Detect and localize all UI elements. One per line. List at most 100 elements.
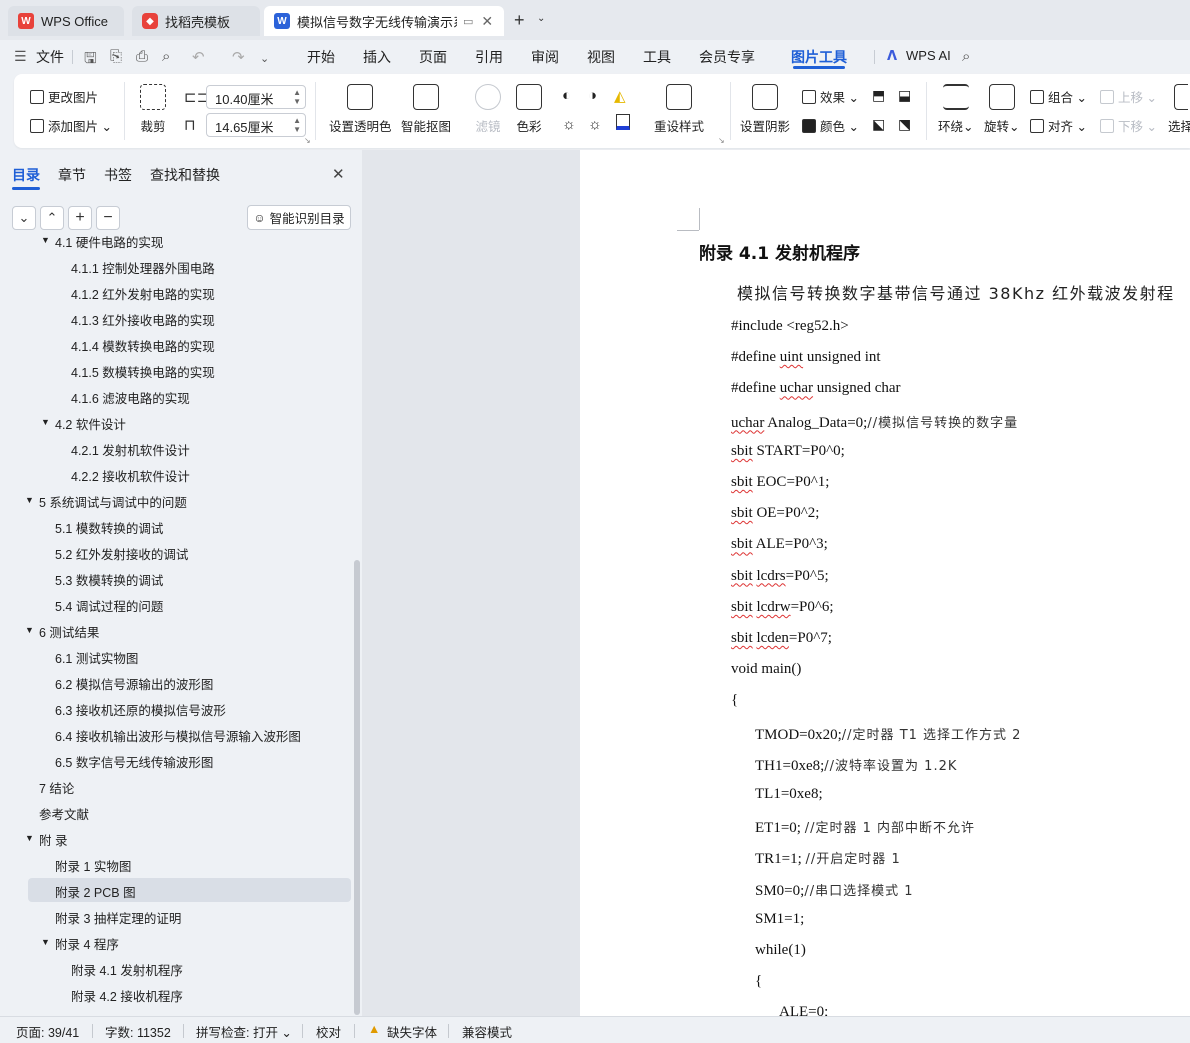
- nav-tab-bookmarks[interactable]: 书签: [104, 165, 132, 185]
- collapse-down-icon[interactable]: ⌄: [12, 206, 36, 230]
- expand-triangle-icon[interactable]: ▼: [41, 236, 50, 245]
- toc-item[interactable]: 附录 4.1 发射机程序: [71, 960, 183, 979]
- rotate-button[interactable]: 旋转⌄: [984, 84, 1020, 135]
- move-up-dropdown[interactable]: 上移 ⌄: [1100, 87, 1157, 106]
- document-page[interactable]: 附录 4.1 发射机程序 模拟信号转换数字基带信号通过 38Khz 红外载波发射…: [580, 150, 1190, 1016]
- toc-item[interactable]: 4.1.4 模数转换电路的实现: [71, 336, 215, 355]
- redo-icon[interactable]: ↷: [232, 48, 245, 66]
- menu-picture-tools[interactable]: 图片工具: [791, 47, 847, 67]
- toc-item[interactable]: 5 系统调试与调试中的问题: [39, 492, 187, 511]
- brightness-up-icon[interactable]: ☼: [562, 116, 576, 133]
- undo-icon[interactable]: ↶: [192, 48, 205, 66]
- filter-button[interactable]: 滤镜: [475, 84, 501, 135]
- toc-item[interactable]: 6.1 测试实物图: [55, 648, 138, 667]
- smart-toc-button[interactable]: ☺ 智能识别目录: [247, 205, 351, 230]
- menu-wps-ai[interactable]: WPS AI: [906, 48, 951, 63]
- fill-color-dropdown[interactable]: 颜色 ⌄: [802, 116, 859, 135]
- menu-page[interactable]: 页面: [419, 47, 447, 67]
- contrast-icon[interactable]: ◐: [562, 87, 571, 104]
- toc-item[interactable]: 5.1 模数转换的调试: [55, 518, 163, 537]
- expand-triangle-icon[interactable]: ▼: [25, 495, 34, 505]
- toc-item[interactable]: 附 录: [39, 830, 67, 849]
- brightness-icon[interactable]: ◑: [588, 87, 597, 104]
- toc-item[interactable]: 4.1.5 数模转换电路的实现: [71, 362, 215, 381]
- wrap-button[interactable]: 环绕⌄: [938, 84, 974, 135]
- menu-tools[interactable]: 工具: [643, 47, 671, 67]
- set-transparent-button[interactable]: 设置透明色: [329, 84, 392, 135]
- missing-font-button[interactable]: 缺失字体: [387, 1022, 437, 1041]
- toc-item[interactable]: 4.1 硬件电路的实现: [55, 236, 163, 251]
- toc-item[interactable]: 4.1.2 红外发射电路的实现: [71, 284, 215, 303]
- crop-button[interactable]: 裁剪: [140, 84, 166, 135]
- set-shadow-button[interactable]: 设置阴影: [740, 84, 790, 135]
- nav-tab-toc[interactable]: 目录: [12, 165, 40, 185]
- toc-item[interactable]: 参考文献: [39, 804, 89, 823]
- spinner-arrows-icon[interactable]: ▲ ▼: [293, 116, 301, 134]
- remove-heading-icon[interactable]: −: [96, 206, 120, 230]
- toc-item[interactable]: 6.5 数字信号无线传输波形图: [55, 752, 213, 771]
- toc-item[interactable]: 6.4 接收机输出波形与模拟信号源输入波形图: [55, 726, 301, 745]
- width-input[interactable]: 10.40厘米 ▲ ▼: [206, 85, 306, 109]
- toc-item[interactable]: 4.1.3 红外接收电路的实现: [71, 310, 215, 329]
- more-chevron-icon[interactable]: ⌄: [260, 52, 269, 65]
- toc-item[interactable]: 4.1.6 滤波电路的实现: [71, 388, 190, 407]
- collapse-up-icon[interactable]: ⌃: [40, 206, 64, 230]
- toc-item[interactable]: 7 结论: [39, 778, 74, 797]
- reset-style-button[interactable]: 重设样式: [654, 84, 704, 135]
- menu-member[interactable]: 会员专享: [699, 47, 755, 67]
- menu-insert[interactable]: 插入: [363, 47, 391, 67]
- print-preview-icon[interactable]: ⌕: [162, 48, 170, 65]
- shadow-offset-up-icon[interactable]: ⬒: [872, 87, 885, 104]
- save-icon[interactable]: 🖫: [84, 48, 97, 73]
- add-heading-icon[interactable]: +: [68, 206, 92, 230]
- toc-scrollbar[interactable]: [354, 560, 360, 1015]
- expand-triangle-icon[interactable]: ▼: [25, 625, 34, 635]
- spinner-arrows-icon[interactable]: ▲ ▼: [293, 88, 301, 106]
- toc-item[interactable]: 附录 3 抽样定理的证明: [55, 908, 181, 927]
- outline-color-icon[interactable]: [616, 114, 630, 130]
- select-button[interactable]: 选择: [1168, 84, 1190, 135]
- group-dropdown[interactable]: 组合 ⌄: [1030, 87, 1087, 106]
- toc-item[interactable]: 5.3 数模转换的调试: [55, 570, 163, 589]
- print-icon[interactable]: ⎙: [136, 48, 148, 65]
- toc-item[interactable]: 4.2 软件设计: [55, 414, 126, 433]
- height-input[interactable]: 14.65厘米 ▲ ▼: [206, 113, 306, 137]
- toc-item[interactable]: 5.4 调试过程的问题: [55, 596, 163, 615]
- align-dropdown[interactable]: 对齐 ⌄: [1030, 116, 1087, 135]
- shadow-offset-left-icon[interactable]: ⬕: [872, 116, 885, 133]
- menu-home[interactable]: 开始: [307, 47, 335, 67]
- toc-item[interactable]: 4.2.1 发射机软件设计: [71, 440, 190, 459]
- hamburger-menu-icon[interactable]: ☰: [14, 48, 27, 65]
- tab-docer-templates[interactable]: ◆ 找稻壳模板: [132, 6, 260, 36]
- add-image-button[interactable]: 添加图片 ⌄: [30, 116, 112, 135]
- page-count[interactable]: 页面: 39/41: [16, 1022, 79, 1041]
- expand-triangle-icon[interactable]: ▼: [25, 833, 34, 843]
- toc-item[interactable]: 4.1.1 控制处理器外围电路: [71, 258, 215, 277]
- menu-file[interactable]: 文件: [36, 47, 64, 67]
- proofread-button[interactable]: 校对: [316, 1022, 341, 1041]
- toc-item[interactable]: 附录 1 实物图: [55, 856, 131, 875]
- brightness-down-icon[interactable]: ☼: [588, 116, 602, 133]
- tab-wps-office[interactable]: W WPS Office: [8, 6, 124, 36]
- toc-item[interactable]: 附录 4 程序: [55, 934, 119, 953]
- spell-check-toggle[interactable]: 拼写检查: 打开 ⌄: [196, 1022, 292, 1041]
- menu-references[interactable]: 引用: [475, 47, 503, 67]
- export-icon[interactable]: ⎘: [110, 48, 122, 65]
- toc-item[interactable]: 附录 4.2 接收机程序: [71, 986, 183, 1005]
- menu-view[interactable]: 视图: [587, 47, 615, 67]
- fill-bucket-icon[interactable]: ◭: [614, 87, 626, 105]
- smart-cutout-button[interactable]: 智能抠图: [401, 84, 451, 135]
- nav-tab-chapters[interactable]: 章节: [58, 165, 86, 185]
- shadow-offset-right-icon[interactable]: ⬓: [898, 87, 911, 104]
- close-pane-icon[interactable]: ✕: [332, 165, 345, 183]
- close-tab-icon[interactable]: ✕: [481, 13, 493, 30]
- toc-item[interactable]: 附录 2 PCB 图: [55, 882, 136, 901]
- toc-item[interactable]: 6.3 接收机还原的模拟信号波形: [55, 700, 226, 719]
- menu-review[interactable]: 审阅: [531, 47, 559, 67]
- move-down-dropdown[interactable]: 下移 ⌄: [1100, 116, 1157, 135]
- expand-triangle-icon[interactable]: ▼: [41, 937, 50, 947]
- shadow-offset-down-icon[interactable]: ⬔: [898, 116, 911, 133]
- dialog-launcher-icon[interactable]: ↘: [304, 136, 311, 145]
- toc-item[interactable]: 6 测试结果: [39, 622, 99, 641]
- chevron-down-icon[interactable]: ⌄: [537, 13, 545, 24]
